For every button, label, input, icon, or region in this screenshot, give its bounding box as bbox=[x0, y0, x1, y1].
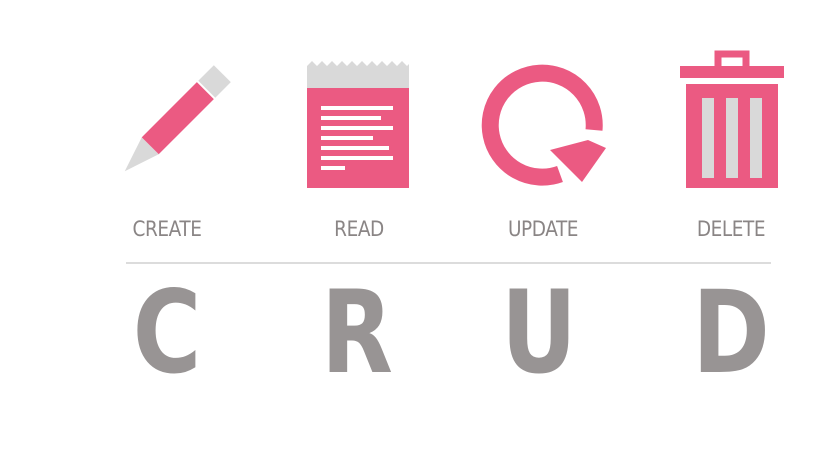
letter-u: U bbox=[501, 266, 577, 399]
letter-c: C bbox=[132, 266, 202, 399]
delete-label: DELETE bbox=[696, 217, 766, 241]
refresh-icon bbox=[476, 58, 612, 190]
document-icon bbox=[305, 58, 411, 190]
letter-d: D bbox=[692, 266, 770, 399]
pencil-icon bbox=[100, 58, 240, 194]
letter-r: R bbox=[320, 266, 393, 399]
update-label: UPDATE bbox=[507, 217, 579, 241]
trash-icon bbox=[678, 50, 786, 190]
read-label: READ bbox=[334, 217, 384, 241]
create-label: CREATE bbox=[132, 217, 202, 241]
divider-line bbox=[126, 262, 771, 264]
